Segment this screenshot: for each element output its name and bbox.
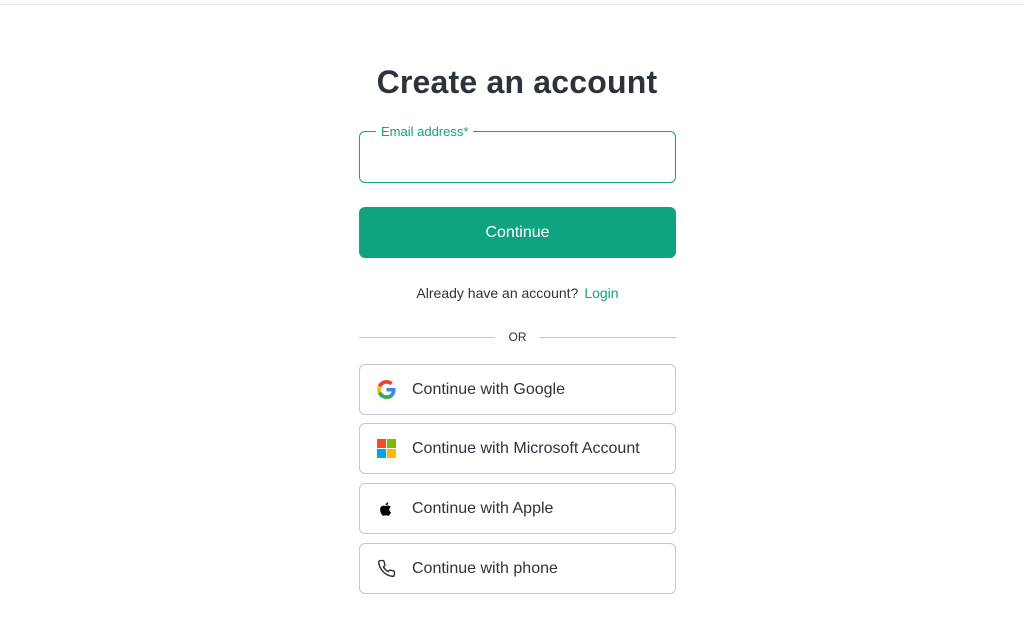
microsoft-button-label: Continue with Microsoft Account bbox=[412, 439, 640, 457]
google-icon bbox=[376, 380, 396, 400]
top-divider bbox=[0, 4, 1024, 5]
login-prompt-text: Already have an account? bbox=[416, 285, 579, 301]
microsoft-icon bbox=[376, 439, 396, 459]
continue-with-apple-button[interactable]: Continue with Apple bbox=[359, 483, 676, 534]
continue-button[interactable]: Continue bbox=[359, 207, 676, 258]
or-divider: OR bbox=[359, 328, 676, 346]
continue-with-microsoft-button[interactable]: Continue with Microsoft Account bbox=[359, 423, 676, 474]
page-title: Create an account bbox=[376, 64, 658, 100]
apple-button-label: Continue with Apple bbox=[412, 499, 554, 517]
continue-with-phone-button[interactable]: Continue with phone bbox=[359, 543, 676, 594]
divider-line-right bbox=[540, 337, 676, 338]
email-field[interactable]: Email address* bbox=[359, 124, 676, 183]
google-button-label: Continue with Google bbox=[412, 380, 565, 398]
continue-with-google-button[interactable]: Continue with Google bbox=[359, 364, 676, 415]
phone-icon bbox=[376, 559, 396, 579]
email-input[interactable] bbox=[360, 132, 675, 182]
login-prompt: Already have an account? Login bbox=[359, 285, 676, 301]
apple-icon bbox=[376, 499, 396, 519]
login-link[interactable]: Login bbox=[584, 285, 618, 301]
phone-button-label: Continue with phone bbox=[412, 559, 558, 577]
